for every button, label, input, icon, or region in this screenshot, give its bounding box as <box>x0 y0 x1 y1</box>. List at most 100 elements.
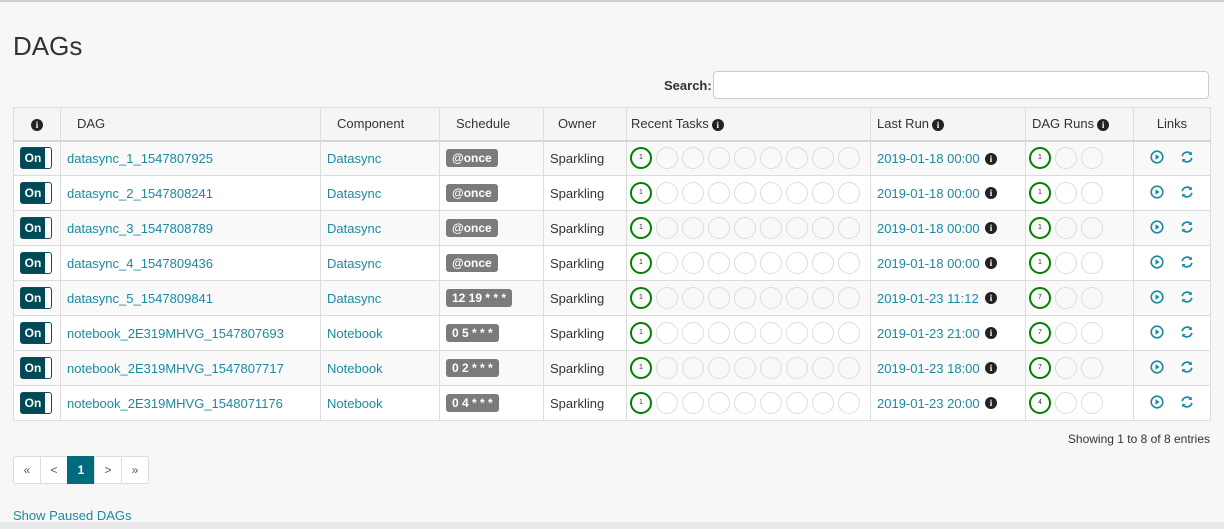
dag-run-empty-circle[interactable] <box>1055 147 1077 170</box>
recent-task-empty-circle[interactable] <box>682 322 704 344</box>
dag-toggle[interactable]: On <box>20 182 52 204</box>
recent-task-empty-circle[interactable] <box>734 287 756 309</box>
dag-run-success-circle[interactable]: 1 <box>1029 182 1051 204</box>
recent-task-empty-circle[interactable] <box>760 252 782 274</box>
component-column-header[interactable]: Component <box>320 107 440 142</box>
dag-run-empty-circle[interactable] <box>1081 392 1103 414</box>
dag-run-success-circle[interactable]: 1 <box>1029 217 1051 239</box>
recent-task-empty-circle[interactable] <box>656 147 678 170</box>
dag-run-success-circle[interactable]: 4 <box>1029 392 1051 414</box>
recent-task-empty-circle[interactable] <box>682 357 704 379</box>
last-run-link[interactable]: 2019-01-18 00:00 <box>877 151 980 166</box>
refresh-icon[interactable] <box>1180 255 1194 272</box>
dag-toggle[interactable]: On <box>20 217 52 239</box>
recent-task-empty-circle[interactable] <box>838 392 860 414</box>
dag-run-empty-circle[interactable] <box>1055 217 1077 239</box>
recent-task-empty-circle[interactable] <box>812 392 834 414</box>
recent-task-success-circle[interactable]: 1 <box>630 322 652 344</box>
dag-link[interactable]: notebook_2E319MHVG_1547807717 <box>67 361 284 376</box>
recent-task-empty-circle[interactable] <box>734 182 756 204</box>
refresh-icon[interactable] <box>1180 220 1194 237</box>
recent-task-empty-circle[interactable] <box>682 392 704 414</box>
dag-toggle[interactable]: On <box>20 252 52 274</box>
dag-run-empty-circle[interactable] <box>1081 217 1103 239</box>
dag-link[interactable]: notebook_2E319MHVG_1548071176 <box>67 396 283 411</box>
component-link[interactable]: Datasync <box>327 221 381 236</box>
dag-run-empty-circle[interactable] <box>1055 357 1077 379</box>
dag-run-empty-circle[interactable] <box>1081 357 1103 379</box>
dag-run-success-circle[interactable]: 7 <box>1029 287 1051 309</box>
recent-task-empty-circle[interactable] <box>656 182 678 204</box>
info-circle-icon[interactable]: i <box>985 152 997 165</box>
refresh-icon[interactable] <box>1180 185 1194 202</box>
component-link[interactable]: Datasync <box>327 186 381 201</box>
recent-task-empty-circle[interactable] <box>708 322 730 344</box>
recent-task-empty-circle[interactable] <box>812 147 834 170</box>
recent-task-empty-circle[interactable] <box>760 147 782 170</box>
refresh-icon[interactable] <box>1180 290 1194 307</box>
info-circle-icon[interactable]: i <box>985 187 997 199</box>
last-run-link[interactable]: 2019-01-23 18:00 <box>877 361 980 376</box>
component-link[interactable]: Datasync <box>327 256 381 271</box>
info-circle-icon[interactable]: i <box>985 397 997 409</box>
dag-run-empty-circle[interactable] <box>1081 252 1103 274</box>
recent-task-empty-circle[interactable] <box>656 322 678 344</box>
recent-task-empty-circle[interactable] <box>838 252 860 274</box>
recent-task-empty-circle[interactable] <box>734 357 756 379</box>
recent-task-empty-circle[interactable] <box>812 217 834 239</box>
recent-task-empty-circle[interactable] <box>838 182 860 204</box>
last-page-button[interactable]: » <box>121 456 149 484</box>
recent-task-success-circle[interactable]: 1 <box>630 357 652 379</box>
dag-run-empty-circle[interactable] <box>1055 392 1077 414</box>
recent-task-empty-circle[interactable] <box>786 147 808 170</box>
recent-task-empty-circle[interactable] <box>708 357 730 379</box>
recent-task-empty-circle[interactable] <box>708 252 730 274</box>
recent-task-empty-circle[interactable] <box>682 217 704 239</box>
info-circle-icon[interactable]: i <box>985 257 997 269</box>
recent-task-empty-circle[interactable] <box>786 322 808 344</box>
recent-task-empty-circle[interactable] <box>656 287 678 309</box>
play-circle-icon[interactable] <box>1150 254 1164 272</box>
component-link[interactable]: Datasync <box>327 291 381 306</box>
recent-task-success-circle[interactable]: 1 <box>630 392 652 414</box>
dag-link[interactable]: datasync_4_1547809436 <box>67 256 213 271</box>
dag-run-empty-circle[interactable] <box>1081 322 1103 344</box>
recent-task-success-circle[interactable]: 1 <box>630 182 652 204</box>
recent-task-empty-circle[interactable] <box>812 252 834 274</box>
last-run-link[interactable]: 2019-01-18 00:00 <box>877 221 980 236</box>
recent-task-empty-circle[interactable] <box>760 217 782 239</box>
recent-task-empty-circle[interactable] <box>786 287 808 309</box>
show-paused-dags-link[interactable]: Show Paused DAGs <box>13 508 132 523</box>
dag-link[interactable]: datasync_1_1547807925 <box>67 151 213 166</box>
recent-task-empty-circle[interactable] <box>812 357 834 379</box>
recent-task-empty-circle[interactable] <box>786 252 808 274</box>
recent-task-empty-circle[interactable] <box>708 217 730 239</box>
recent-task-empty-circle[interactable] <box>734 217 756 239</box>
recent-task-empty-circle[interactable] <box>760 357 782 379</box>
refresh-icon[interactable] <box>1180 395 1194 412</box>
last-run-link[interactable]: 2019-01-23 21:00 <box>877 326 980 341</box>
play-circle-icon[interactable] <box>1150 324 1164 342</box>
play-circle-icon[interactable] <box>1150 394 1164 412</box>
refresh-icon[interactable] <box>1180 325 1194 342</box>
recent-task-empty-circle[interactable] <box>786 217 808 239</box>
recent-task-empty-circle[interactable] <box>708 147 730 170</box>
first-page-button[interactable]: « <box>13 456 41 484</box>
recent-task-success-circle[interactable]: 1 <box>630 217 652 239</box>
play-circle-icon[interactable] <box>1150 184 1164 202</box>
dag-column-header[interactable]: DAG <box>60 107 321 142</box>
component-link[interactable]: Notebook <box>327 326 383 341</box>
page-1-button[interactable]: 1 <box>67 456 95 484</box>
dag-run-empty-circle[interactable] <box>1081 147 1103 170</box>
recent-task-empty-circle[interactable] <box>760 182 782 204</box>
recent-task-empty-circle[interactable] <box>682 287 704 309</box>
recent-task-empty-circle[interactable] <box>786 357 808 379</box>
play-circle-icon[interactable] <box>1150 219 1164 237</box>
play-circle-icon[interactable] <box>1150 150 1164 167</box>
recent-task-empty-circle[interactable] <box>708 392 730 414</box>
dag-run-empty-circle[interactable] <box>1055 182 1077 204</box>
recent-task-empty-circle[interactable] <box>812 287 834 309</box>
search-input[interactable] <box>713 71 1209 99</box>
recent-task-empty-circle[interactable] <box>838 217 860 239</box>
schedule-column-header[interactable]: Schedule <box>439 107 544 142</box>
